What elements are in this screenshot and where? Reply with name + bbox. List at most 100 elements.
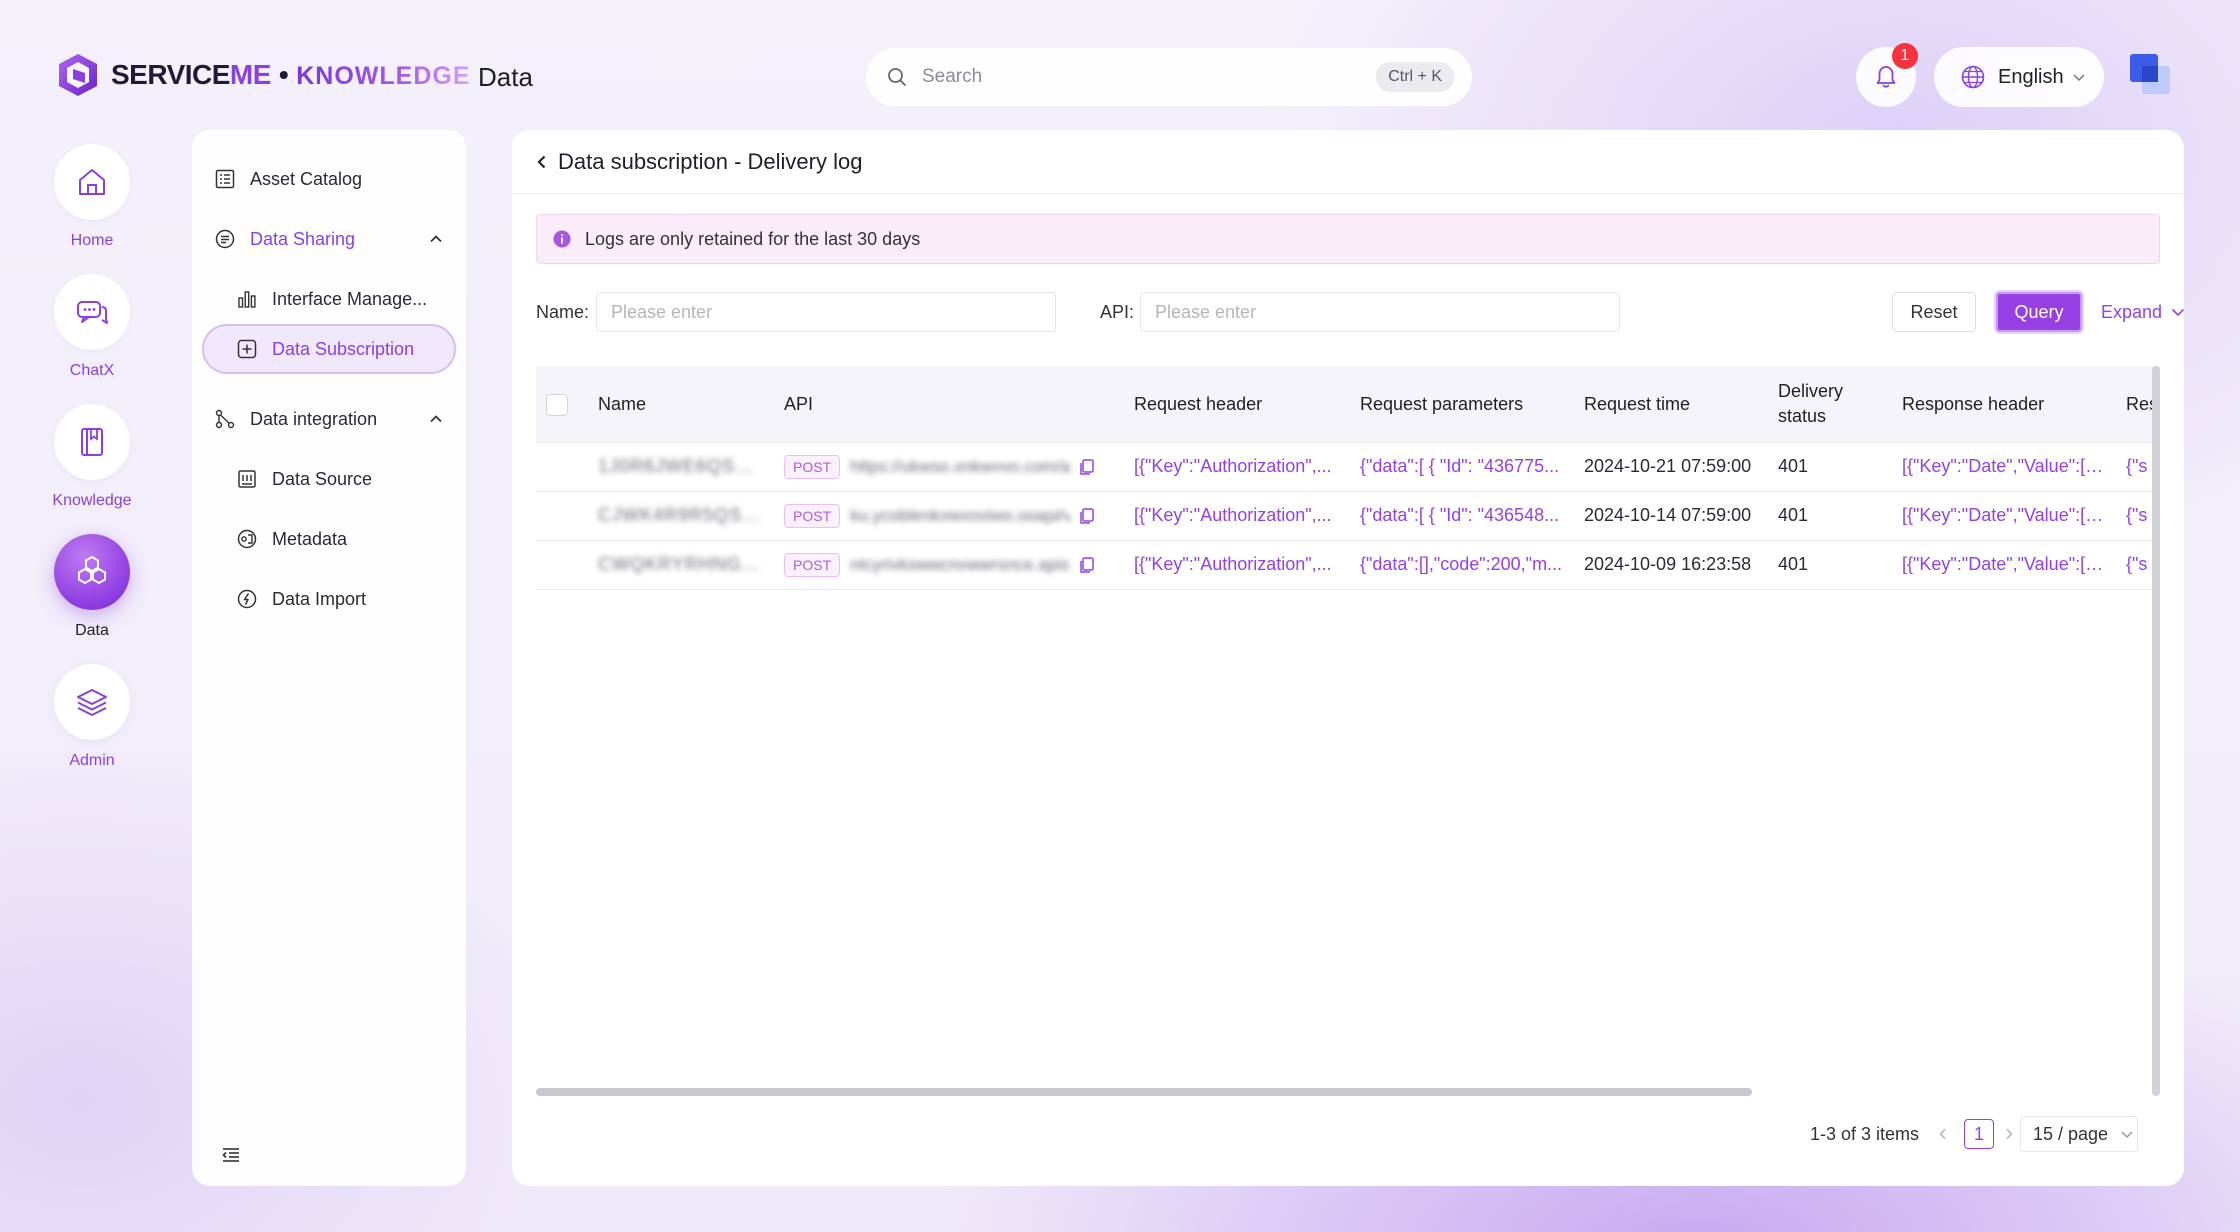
copy-icon[interactable] bbox=[1078, 556, 1096, 574]
search-icon bbox=[888, 68, 906, 86]
copy-icon[interactable] bbox=[1078, 458, 1096, 476]
request-time-cell: 2024-10-09 16:23:58 bbox=[1574, 540, 1768, 590]
column-header[interactable]: Name bbox=[588, 366, 774, 443]
http-method-tag: POST bbox=[784, 503, 841, 528]
chevron-down-icon bbox=[2171, 308, 2184, 317]
global-search[interactable]: Ctrl + K bbox=[866, 48, 1472, 106]
request-parameters-cell[interactable]: {"data":[ { "Id": "436548... bbox=[1350, 491, 1574, 541]
pagination-next-button[interactable] bbox=[2002, 1116, 2022, 1152]
rail-admin-button[interactable] bbox=[54, 664, 130, 740]
api-filter-input[interactable] bbox=[1140, 292, 1620, 332]
app-switcher-icon[interactable] bbox=[2126, 50, 2176, 100]
page-size-value: 15 / page bbox=[2033, 1123, 2109, 1144]
rail-chatx-button[interactable] bbox=[54, 274, 130, 350]
chevron-right-icon bbox=[2006, 1128, 2013, 1140]
vertical-scrollbar[interactable] bbox=[2152, 366, 2160, 1096]
chevron-left-icon bbox=[1939, 1128, 1946, 1140]
request-header-cell[interactable]: [{"Key":"Authorization",... bbox=[1124, 540, 1350, 590]
rail-knowledge-button[interactable] bbox=[54, 404, 130, 480]
rail-label-chatx: ChatX bbox=[69, 362, 115, 379]
request-parameters-cell[interactable]: {"data":[],"code":200,"m... bbox=[1350, 540, 1574, 590]
nav-item-interface-management[interactable]: Interface Manage... bbox=[202, 274, 456, 324]
api-filter-label: API: bbox=[1100, 302, 1135, 322]
name-filter-input[interactable] bbox=[596, 292, 1056, 332]
table-row[interactable]: 1J0R6JWE6QSQBL POST https://ukwso.xnkwvvo… bbox=[536, 442, 2160, 492]
reset-button[interactable]: Reset bbox=[1892, 292, 1976, 332]
column-header[interactable]: Response header bbox=[1892, 366, 2116, 443]
expand-filters-toggle[interactable]: Expand bbox=[2101, 290, 2184, 334]
search-input[interactable] bbox=[922, 66, 1377, 88]
request-time-cell: 2024-10-21 07:59:00 bbox=[1574, 442, 1768, 492]
rail-item-home[interactable]: Home bbox=[40, 144, 144, 250]
request-time-cell: 2024-10-14 07:59:00 bbox=[1574, 491, 1768, 541]
table-row[interactable]: CWQKRYRHNGSJL POST ntcyrivkswwcnvwwrsnce.… bbox=[536, 540, 2160, 590]
request-header-cell[interactable]: [{"Key":"Authorization",... bbox=[1124, 491, 1350, 541]
brand-logo[interactable]: SERVICEME • KNOWLEDGE bbox=[55, 52, 471, 98]
nav-item-data-import[interactable]: Data Import bbox=[202, 574, 456, 624]
column-header[interactable]: Request time bbox=[1574, 366, 1768, 443]
delivery-status-cell: 401 bbox=[1768, 442, 1892, 492]
module-title: Data bbox=[478, 62, 533, 92]
nav-item-metadata[interactable]: Metadata bbox=[202, 514, 456, 564]
select-all-checkbox[interactable] bbox=[546, 393, 568, 416]
rail-home-button[interactable] bbox=[54, 144, 130, 220]
chevron-left-icon[interactable] bbox=[534, 154, 550, 170]
api-cell: POST https://ukwso.xnkwvvo.com/api/sub/v1… bbox=[774, 442, 1124, 492]
rail-item-data[interactable]: Data bbox=[40, 534, 144, 640]
rail-item-knowledge[interactable]: Knowledge bbox=[40, 404, 144, 510]
rail-item-chatx[interactable]: ChatX bbox=[40, 274, 144, 380]
collapse-sidebar-icon[interactable] bbox=[220, 1144, 242, 1166]
name-filter-label: Name: bbox=[536, 302, 590, 322]
nav-item-data-subscription[interactable]: Data Subscription bbox=[202, 324, 456, 374]
nav-group-data-sharing[interactable]: Data Sharing bbox=[202, 214, 456, 264]
pagination-prev-button[interactable] bbox=[1936, 1116, 1956, 1152]
notifications-button[interactable]: 1 bbox=[1856, 43, 1918, 107]
nav-item-data-source[interactable]: Data Source bbox=[202, 454, 456, 504]
page-title: Data subscription - Delivery log bbox=[558, 148, 863, 174]
rail-data-button[interactable] bbox=[54, 534, 130, 610]
response-header-cell[interactable]: [{"Key":"Date","Value":["... bbox=[1892, 491, 2116, 541]
notice-text: Logs are only retained for the last 30 d… bbox=[585, 228, 921, 249]
rail-label-admin: Admin bbox=[69, 752, 115, 769]
nav-item-asset-catalog[interactable]: Asset Catalog bbox=[202, 154, 456, 204]
globe-icon bbox=[1961, 65, 1985, 89]
page-size-select[interactable]: 15 / page bbox=[2020, 1116, 2138, 1152]
table-row[interactable]: CJWK4R9R5QSNL POST ku.ycoblenkvwvoviwo.oo… bbox=[536, 491, 2160, 541]
request-parameters-cell[interactable]: {"data":[ { "Id": "436775... bbox=[1350, 442, 1574, 492]
delivery-status-cell: 401 bbox=[1768, 540, 1892, 590]
layers-icon bbox=[77, 689, 107, 716]
row-checkbox-cell bbox=[536, 442, 588, 492]
plus-square-icon bbox=[237, 339, 257, 359]
api-url: ntcyrivkswwcnvwwrsnce.apisub/delivery bbox=[850, 554, 1070, 574]
chat-icon bbox=[77, 301, 108, 324]
logo-mark-icon bbox=[59, 54, 97, 96]
column-header[interactable]: Delivery status bbox=[1768, 366, 1892, 443]
language-label: English bbox=[1998, 65, 2064, 88]
query-button[interactable]: Query bbox=[1996, 292, 2082, 332]
nav-item-label: Metadata bbox=[272, 528, 348, 549]
response-header-cell[interactable]: [{"Key":"Date","Value":["... bbox=[1892, 442, 2116, 492]
nav-group-data-integration[interactable]: Data integration bbox=[202, 394, 456, 444]
nav-item-label: Data Source bbox=[272, 468, 373, 489]
copy-icon[interactable] bbox=[1078, 507, 1096, 525]
language-selector[interactable]: English bbox=[1934, 47, 2104, 107]
column-header[interactable]: API bbox=[774, 366, 1124, 443]
nav-item-label: Data integration bbox=[250, 408, 378, 429]
column-header[interactable]: Request header bbox=[1124, 366, 1350, 443]
rail-label-home: Home bbox=[70, 232, 114, 249]
api-cell: POST ntcyrivkswwcnvwwrsnce.apisub/deliver… bbox=[774, 540, 1124, 590]
nav-item-label: Data Sharing bbox=[250, 228, 356, 249]
chevron-up-icon bbox=[430, 235, 442, 243]
chevron-up-icon bbox=[430, 415, 442, 423]
notification-count-badge: 1 bbox=[1892, 43, 1918, 69]
pagination-page-1[interactable]: 1 bbox=[1964, 1119, 1994, 1149]
import-icon bbox=[237, 589, 257, 609]
column-header[interactable]: Request parameters bbox=[1350, 366, 1574, 443]
info-icon bbox=[553, 230, 571, 248]
horizontal-scrollbar[interactable] bbox=[536, 1088, 1752, 1096]
nav-item-label: Data Subscription bbox=[272, 338, 415, 359]
expand-label: Expand bbox=[2101, 301, 2163, 322]
rail-item-admin[interactable]: Admin bbox=[40, 664, 144, 770]
request-header-cell[interactable]: [{"Key":"Authorization",... bbox=[1124, 442, 1350, 492]
response-header-cell[interactable]: [{"Key":"Date","Value":["... bbox=[1892, 540, 2116, 590]
